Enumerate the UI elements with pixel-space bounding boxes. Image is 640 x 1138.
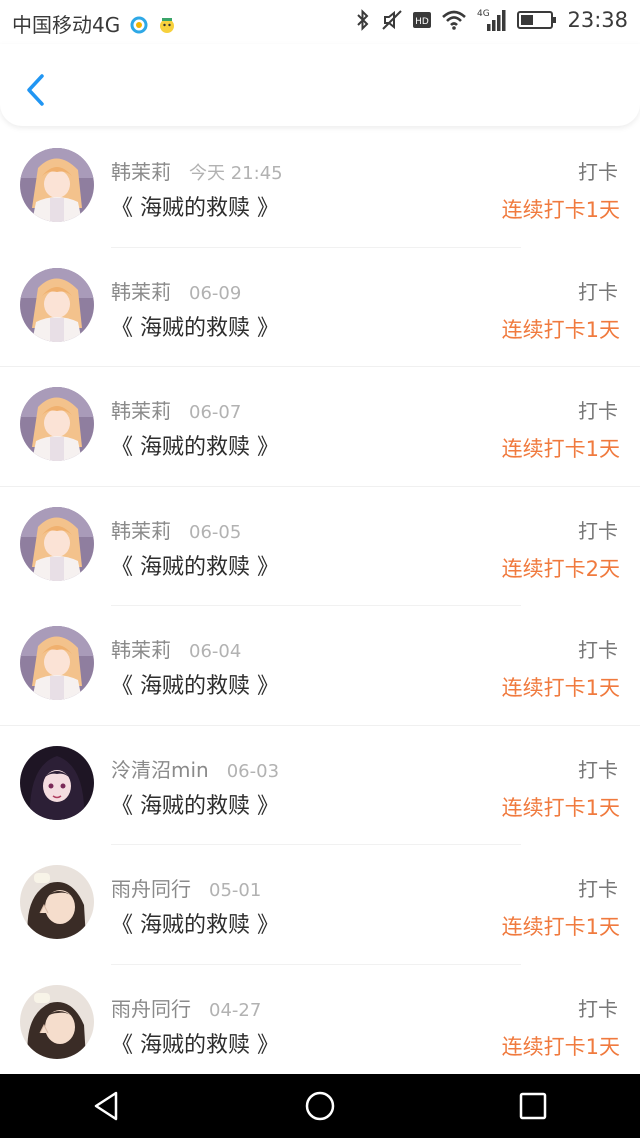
checkin-list: 韩茉莉 今天 21:45 《 海贼的救赎 》 打卡 连续打卡1天 韩茉莉 06-… [0,128,640,1084]
book-title[interactable]: 《 海贼的救赎 》 [111,190,279,222]
record-meta: 泠清沼min 06-03 [111,754,279,783]
post-date: 06-04 [189,641,242,662]
streak-label: 连续打卡1天 [501,1034,620,1059]
post-date: 06-03 [226,760,280,782]
app-notification-icon [130,15,148,33]
streak-label: 连续打卡1天 [501,676,620,700]
carrier-label: 中国移动4G [12,13,121,37]
list-item[interactable]: 韩茉莉 06-09 《 海贼的救赎 》 打卡 连续打卡1天 [0,248,640,367]
streak-label: 连续打卡1天 [501,437,620,461]
record-meta: 雨舟同行 05-01 [111,873,261,902]
post-date: 04-27 [209,999,262,1021]
status-left: 中国移动4G [12,9,176,38]
wifi-icon [441,10,467,30]
record-meta: 韩茉莉 06-04 [111,634,241,663]
user-name[interactable]: 韩茉莉 [111,634,171,663]
status-right: HD 4G 23:38 [345,8,628,32]
checkin-label: 打卡 [578,638,618,662]
avatar[interactable] [20,148,94,222]
list-item[interactable]: 雨舟同行 04-27 《 海贼的救赎 》 打卡 连续打卡1天 [0,965,640,1085]
record-meta: 韩茉莉 06-07 [111,395,241,424]
checkin-label: 打卡 [578,757,618,782]
list-item[interactable]: 泠清沼min 06-03 《 海贼的救赎 》 打卡 连续打卡1天 [0,726,640,845]
streak-label: 连续打卡1天 [501,915,620,939]
user-name[interactable]: 韩茉莉 [111,515,171,544]
nav-home-button[interactable] [290,1076,350,1136]
list-item[interactable]: 韩茉莉 今天 21:45 《 海贼的救赎 》 打卡 连续打卡1天 [0,128,640,248]
record-meta: 韩茉莉 今天 21:45 [111,156,283,185]
chevron-left-icon [27,74,44,106]
post-date: 06-05 [189,521,242,543]
book-title[interactable]: 《 海贼的救赎 》 [111,668,279,700]
list-item[interactable]: 韩茉莉 06-05 《 海贼的救赎 》 打卡 连续打卡2天 [0,487,640,606]
app-notification-icon [158,15,176,33]
book-title[interactable]: 《 海贼的救赎 》 [111,907,279,939]
streak-label: 连续打卡2天 [501,556,620,581]
record-meta: 韩茉莉 06-09 [111,276,241,305]
book-title[interactable]: 《 海贼的救赎 》 [111,310,279,342]
list-item[interactable]: 雨舟同行 05-01 《 海贼的救赎 》 打卡 连续打卡1天 [0,845,640,965]
checkin-label: 打卡 [578,399,618,423]
header [0,44,640,126]
checkin-label: 打卡 [578,518,618,543]
back-button[interactable] [18,70,52,110]
signal-icon: 4G [477,8,507,32]
nav-recents-button[interactable] [503,1076,563,1136]
list-item[interactable]: 韩茉莉 06-04 《 海贼的救赎 》 打卡 连续打卡1天 [0,606,640,726]
checkin-label: 打卡 [578,160,618,184]
post-date: 今天 21:45 [189,163,283,184]
avatar[interactable] [20,506,94,581]
status-bar: 中国移动4G HD 4G 23:38 [0,0,640,44]
nav-back-button[interactable] [77,1076,137,1136]
streak-label: 连续打卡1天 [501,317,620,342]
square-recents-icon [520,1092,547,1120]
user-name[interactable]: 韩茉莉 [111,156,171,185]
clock: 23:38 [567,8,628,32]
avatar[interactable] [20,267,94,342]
book-title[interactable]: 《 海贼的救赎 》 [111,549,279,581]
post-date: 06-07 [189,402,242,423]
user-name[interactable]: 雨舟同行 [111,993,191,1022]
book-title[interactable]: 《 海贼的救赎 》 [111,429,279,461]
streak-label: 连续打卡1天 [501,198,620,222]
avatar[interactable] [20,865,94,939]
battery-icon [517,10,557,30]
book-title[interactable]: 《 海贼的救赎 》 [111,1027,279,1059]
post-date: 06-09 [189,282,242,304]
avatar[interactable] [20,626,94,700]
svg-text:HD: HD [416,17,430,27]
list-item[interactable]: 韩茉莉 06-07 《 海贼的救赎 》 打卡 连续打卡1天 [0,367,640,487]
system-nav-bar [0,1074,640,1138]
circle-home-icon [305,1091,335,1121]
triangle-back-icon [94,1091,117,1121]
mute-icon [381,9,403,31]
post-date: 05-01 [209,880,262,901]
record-meta: 雨舟同行 04-27 [111,993,261,1022]
bluetooth-icon [355,9,371,31]
hd-icon: HD [413,12,432,28]
checkin-label: 打卡 [578,996,618,1021]
streak-label: 连续打卡1天 [501,795,620,820]
checkin-label: 打卡 [578,877,618,901]
user-name[interactable]: 雨舟同行 [111,873,191,902]
avatar[interactable] [20,387,94,461]
svg-text:4G: 4G [477,9,490,19]
record-meta: 韩茉莉 06-05 [111,515,241,544]
user-name[interactable]: 泠清沼min [111,754,209,783]
user-name[interactable]: 韩茉莉 [111,395,171,424]
user-name[interactable]: 韩茉莉 [111,276,171,305]
checkin-label: 打卡 [578,279,618,304]
avatar[interactable] [20,745,94,820]
book-title[interactable]: 《 海贼的救赎 》 [111,788,279,820]
avatar[interactable] [20,984,94,1059]
